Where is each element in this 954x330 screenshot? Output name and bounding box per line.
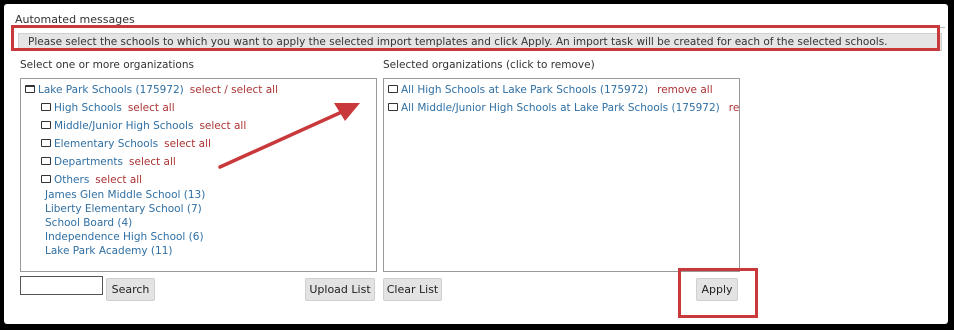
window-frame: Automated messages Please select the sch… xyxy=(4,4,948,324)
annotation-arrow-icon xyxy=(218,103,360,169)
